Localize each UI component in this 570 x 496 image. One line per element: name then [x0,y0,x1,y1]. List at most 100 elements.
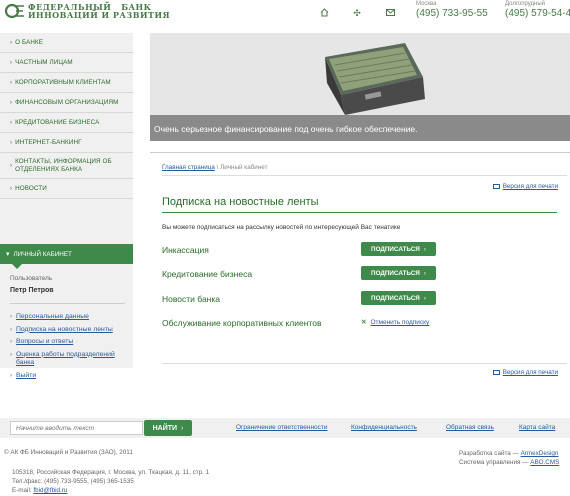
printer-icon [492,183,500,189]
promo-banner[interactable]: Очень серьезное финансирование под очень… [150,33,570,141]
cabinet-link-label-line2: банка [16,359,35,366]
breadcrumb-separator: \ [216,164,219,171]
print-version-link-bottom[interactable]: Версия для печати [492,369,558,376]
cabinet-link-faq[interactable]: › Вопросы и ответы [10,338,132,347]
phone-number: (495) 579-54-40 [505,8,570,19]
menu-item-news[interactable]: › Новости [0,179,133,199]
developer-credit: Разработка сайта — ArmexDesign [459,450,558,459]
cms-label: Система управления — [459,459,529,466]
sitemap-icon[interactable]: ✣ [352,8,362,18]
email-label: E-mail: [12,487,32,494]
search-button[interactable]: НАЙТИ › [144,420,192,436]
page-header: ФЕДЕРАЛЬНЫЙ БАНК ИННОВАЦИЙ И РАЗВИТИЯ ✣ … [0,0,570,30]
menu-item-label: Кредитование бизнеса [15,119,100,126]
menu-item-label: Финансовым организациям [15,99,119,106]
copyright: © АК ФБ Инноваций и Развития (ЗАО), 2011 [4,449,133,456]
breadcrumb-home-link[interactable]: Главная страница [162,164,215,171]
cabinet-link-personal-data[interactable]: › Персональные данные [10,313,132,322]
mail-icon[interactable] [385,8,395,18]
chevron-right-icon: › [181,424,184,432]
developer-link[interactable]: ArmexDesign [521,450,559,457]
chevron-right-icon: › [423,294,426,302]
footer-search-bar: НАЙТИ› Ограничение ответственности Конфи… [0,418,570,438]
cms-link[interactable]: ABO.CMS [530,459,559,466]
cabinet-link-label: Подписка на новостные ленты [16,325,113,333]
divider [162,175,567,176]
cabinet-link-label: Оценка работы подразделений банка [16,351,115,367]
chevron-right-icon: › [10,351,12,358]
home-icon[interactable] [319,8,329,18]
cabinet-link-label-line1: Оценка работы подразделений [16,350,115,358]
subscription-label: Обслуживание корпоративных клиентов [162,318,322,328]
bank-logo-icon[interactable] [4,3,26,19]
print-label: Версия для печати [502,183,558,190]
search-button-label: НАЙТИ [152,424,178,432]
footer-link-feedback[interactable]: Обратная связь [446,424,494,431]
menu-item-contacts[interactable]: › Контакты, информация об отделениях банка [0,153,133,179]
cabinet-link-label: Персональные данные [16,313,89,320]
menu-item-label: Частным лицам [15,59,73,66]
chevron-right-icon: › [10,119,13,126]
cabinet-link-rating[interactable]: › Оценка работы подразделений банка [10,351,132,368]
personal-cabinet-header[interactable]: ▾ Личный кабинет [0,244,133,264]
menu-item-label-line1: Контакты, информация об [15,157,112,165]
menu-item-about[interactable]: › О банке [0,33,133,53]
menu-item-internet-banking[interactable]: › Интернет-банкинг [0,133,133,153]
menu-item-financial[interactable]: › Финансовым организациям [0,93,133,113]
cms-credit: Система управления — ABO.CMS [459,459,559,468]
print-version-link-top[interactable]: Версия для печати [492,183,558,190]
cabinet-link-subscriptions[interactable]: › Подписка на новостные ленты [10,326,132,335]
menu-item-label: Контакты, информация об отделениях банка [15,158,112,174]
menu-item-label: Новости [15,185,47,192]
cabinet-links: › Персональные данные › Подписка на новост… [10,313,132,384]
menu-item-label: Корпоративным клиентам [15,79,111,86]
footer-link-disclaimer[interactable]: Ограничение ответственности [236,424,328,431]
chevron-down-icon: ▾ [6,251,10,258]
subscription-label: Инкассация [162,245,209,255]
intro-text: Вы можете подписаться на рассылку новост… [162,224,401,231]
phone-dolgoprudny: Долгопрудный (495) 579-54-40 [505,0,570,20]
chevron-right-icon: › [10,372,12,379]
chevron-right-icon: › [423,245,426,253]
menu-item-private[interactable]: › Частным лицам [0,53,133,73]
footer-link-sitemap[interactable]: Карта сайта [519,424,555,431]
cabinet-link-logout[interactable]: › Выйти [10,372,132,381]
breadcrumb: Главная страница \ Личный кабинет [162,164,267,171]
subscribe-button[interactable]: ПОДПИСАТЬСЯ › [361,291,436,305]
chevron-right-icon: › [10,99,13,106]
logo-line-2: ИННОВАЦИЙ И РАЗВИТИЯ [28,10,171,20]
phone-city: Долгопрудный [505,1,546,7]
user-label: Пользователь [10,275,53,282]
email-line: E-mail: fbid@fbid.ru [12,487,67,496]
banner-caption: Очень серьезное финансирование под очень… [150,115,570,141]
divider [162,363,567,364]
sidebar: › О банке › Частным лицам › Корпоративным к… [0,33,133,379]
cabinet-link-label: Вопросы и ответы [16,338,74,345]
phone-moscow: Москва (495) 733-95-55 [416,0,488,20]
phone-number: (495) 733-95-55 [416,8,488,19]
subscribe-label: ПОДПИСАТЬСЯ [371,294,420,302]
phone-city: Москва [416,1,437,7]
user-name: Петр Петров [10,287,54,294]
footer-link-privacy[interactable]: Конфиденциальность [351,424,417,431]
print-label: Версия для печати [502,369,558,376]
email-link[interactable]: fbid@fbid.ru [33,487,67,494]
cabinet-title: Личный кабинет [13,250,72,258]
subscribe-button[interactable]: ПОДПИСАТЬСЯ › [361,266,436,280]
breadcrumb-current: Личный кабинет [220,164,268,171]
chevron-right-icon: › [10,339,12,345]
divider [10,303,125,304]
chevron-right-icon: › [10,79,13,86]
menu-item-business-credit[interactable]: › Кредитование бизнеса [0,113,133,133]
menu-item-corporate[interactable]: › Корпоративным клиентам [0,73,133,93]
close-icon: ✕ [361,319,367,326]
page-title: Подписка на новостные ленты [162,196,319,208]
chevron-right-icon: › [10,326,12,333]
bank-logo-text[interactable]: ФЕДЕРАЛЬНЫЙ БАНК ИННОВАЦИЙ И РАЗВИТИЯ [28,3,170,19]
unsubscribe-label: Отменить подписку [370,319,430,326]
subscribe-button[interactable]: ПОДПИСАТЬСЯ › [361,242,436,256]
search-input[interactable] [10,421,143,435]
unsubscribe-link[interactable]: ✕ Отменить подписку [361,318,429,326]
cabinet-link-label: Выйти [16,371,37,379]
address: 105318, Российская Федерация, г. Москва,… [12,469,210,476]
